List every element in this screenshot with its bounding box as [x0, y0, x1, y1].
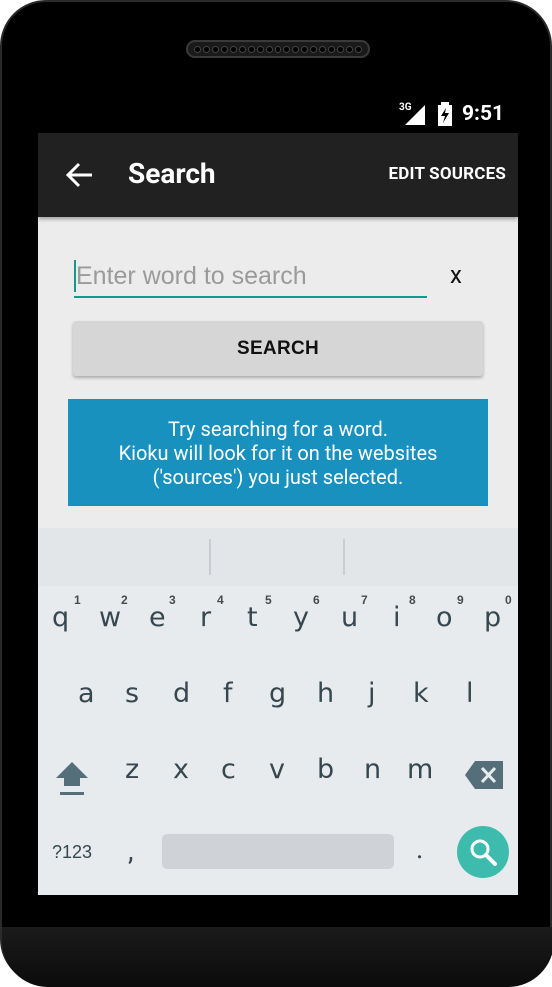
- keyboard-search-key[interactable]: [457, 826, 509, 878]
- symbols-key[interactable]: ?123: [52, 842, 92, 863]
- spacebar-key[interactable]: [162, 834, 394, 869]
- key-r[interactable]: r: [200, 602, 211, 633]
- key-hint: 3: [169, 593, 176, 607]
- key-q[interactable]: q: [52, 602, 69, 633]
- key-s[interactable]: s: [125, 678, 139, 709]
- key-comma[interactable]: ,: [128, 834, 134, 867]
- key-v[interactable]: v: [269, 754, 285, 785]
- key-hint: 0: [505, 593, 512, 607]
- key-o[interactable]: o: [436, 602, 453, 633]
- key-y[interactable]: y: [293, 602, 309, 633]
- key-n[interactable]: n: [364, 754, 381, 785]
- key-d[interactable]: d: [173, 678, 190, 709]
- signal-icon: [405, 105, 425, 125]
- phone-frame: 3G 9:51 Search EDIT SOURCES x SEARCH T: [0, 0, 552, 987]
- key-hint: 5: [265, 593, 272, 607]
- key-u[interactable]: u: [341, 602, 358, 633]
- device-screen: 3G 9:51 Search EDIT SOURCES x SEARCH T: [38, 94, 518, 895]
- key-p[interactable]: p: [484, 602, 501, 633]
- info-line: Kioku will look for it on the websites: [118, 441, 438, 465]
- key-b[interactable]: b: [317, 754, 334, 785]
- info-line: ('sources') you just selected.: [152, 465, 404, 489]
- key-hint: 1: [74, 593, 81, 607]
- edit-sources-button[interactable]: EDIT SOURCES: [389, 164, 507, 184]
- soft-keyboard: 1 q 2 w 3 e 4 r 5 t 6 y 7 u 8 i 9 o 0 p …: [38, 528, 518, 895]
- key-t[interactable]: t: [247, 602, 258, 633]
- clear-button[interactable]: x: [450, 261, 462, 289]
- suggestion-divider: [209, 539, 211, 575]
- shift-icon[interactable]: [54, 760, 90, 796]
- key-w[interactable]: w: [99, 602, 121, 633]
- text-cursor: [74, 260, 76, 292]
- key-h[interactable]: h: [317, 678, 334, 709]
- speaker-grille: [186, 40, 370, 58]
- search-input[interactable]: [74, 256, 427, 298]
- key-e[interactable]: e: [149, 602, 166, 633]
- info-banner: Try searching for a word. Kioku will loo…: [68, 399, 488, 506]
- status-clock: 9:51: [462, 102, 505, 126]
- search-icon: [470, 839, 497, 866]
- app-bar: Search EDIT SOURCES: [38, 133, 518, 217]
- key-m[interactable]: m: [407, 754, 433, 785]
- key-i[interactable]: i: [393, 602, 401, 633]
- key-g[interactable]: g: [269, 678, 286, 709]
- key-f[interactable]: f: [223, 678, 233, 709]
- page-title: Search: [128, 157, 216, 190]
- suggestion-strip: [38, 528, 518, 586]
- key-j[interactable]: j: [368, 678, 376, 709]
- key-hint: 6: [313, 593, 320, 607]
- arrow-left-icon[interactable]: [60, 157, 100, 193]
- key-hint: 9: [457, 593, 464, 607]
- key-c[interactable]: c: [221, 754, 236, 785]
- key-hint: 4: [217, 593, 224, 607]
- key-hint: 7: [361, 593, 368, 607]
- battery-charging-icon: [438, 102, 452, 126]
- key-a[interactable]: a: [78, 678, 95, 709]
- key-z[interactable]: z: [125, 754, 139, 785]
- status-bar: 3G 9:51: [38, 94, 518, 133]
- phone-chin: [2, 927, 552, 987]
- search-button[interactable]: SEARCH: [73, 321, 483, 376]
- key-x[interactable]: x: [173, 754, 189, 785]
- key-hint: 2: [121, 593, 128, 607]
- backspace-icon[interactable]: [465, 761, 503, 789]
- info-line: Try searching for a word.: [167, 417, 389, 441]
- key-period[interactable]: .: [416, 832, 423, 865]
- key-k[interactable]: k: [413, 678, 429, 709]
- key-hint: 8: [409, 593, 416, 607]
- suggestion-divider: [343, 539, 345, 575]
- key-l[interactable]: l: [466, 678, 474, 709]
